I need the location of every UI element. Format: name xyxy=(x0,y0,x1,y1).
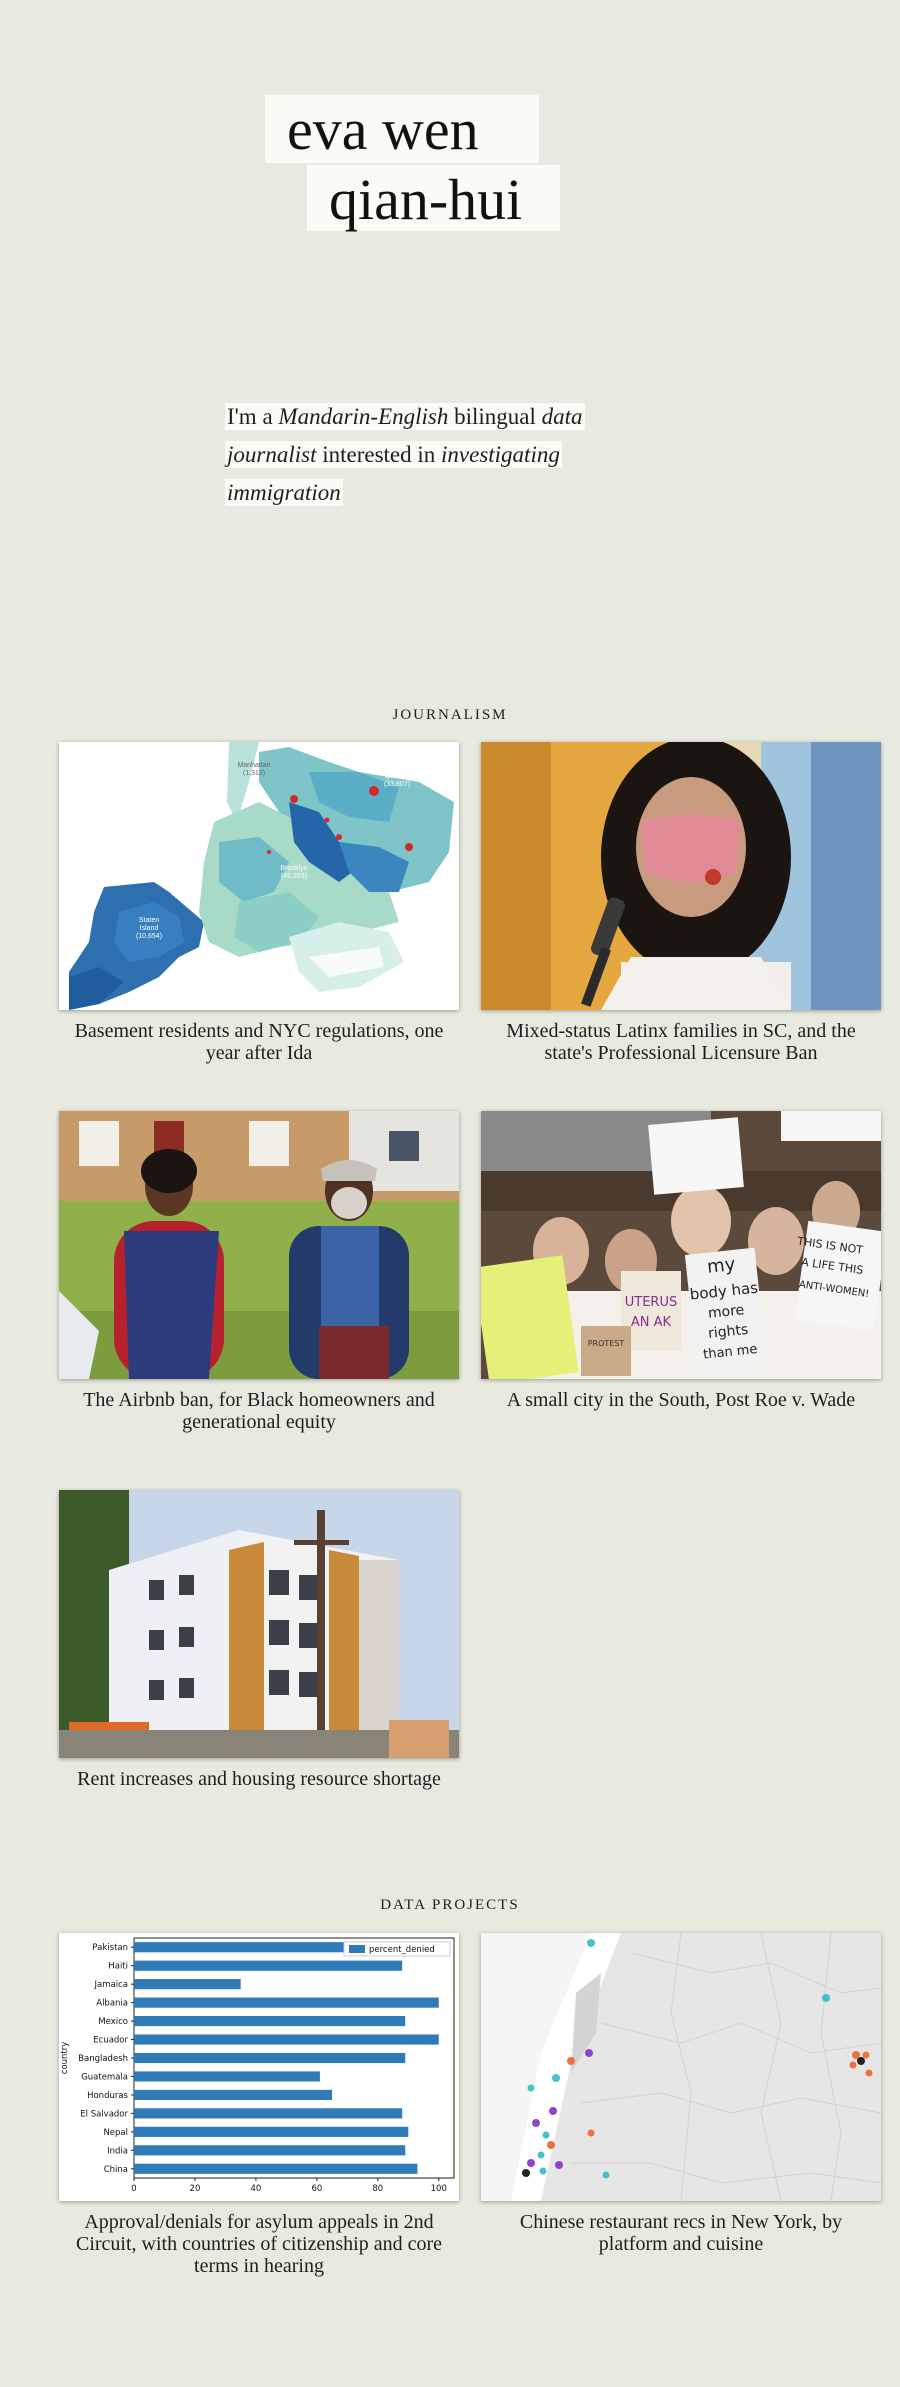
journalism-card-roe[interactable]: THIS IS NOT A LIFE THIS ANTI-WOMEN! my b… xyxy=(481,1111,881,1411)
y-tick-label: Haiti xyxy=(108,1962,128,1972)
journalism-card-rent[interactable]: Rent increases and housing resource shor… xyxy=(59,1490,459,1790)
bar xyxy=(134,2145,406,2156)
y-tick-label: Honduras xyxy=(87,2091,128,2101)
bio-text: bilingual xyxy=(448,404,542,429)
y-tick-label: Pakistan xyxy=(92,1943,128,1953)
x-tick-label: 80 xyxy=(372,2184,383,2194)
data-card-restaurants[interactable]: Chinese restaurant recs in New York, by … xyxy=(481,1933,881,2255)
sign-text: my xyxy=(706,1254,737,1278)
y-tick-label: Mexico xyxy=(98,2017,128,2027)
bio-emphasis: Mandarin-English xyxy=(278,404,449,429)
y-tick-label: Albania xyxy=(96,1999,128,2009)
bio-text: I'm a xyxy=(227,404,279,429)
bar xyxy=(134,2052,406,2064)
map-label: Brooklyn xyxy=(280,865,307,872)
name-line-1: eva wen xyxy=(265,95,539,163)
asylum-chart-image[interactable]: Pakistan Haiti Jamaica Albania Mexico Ecuador… xyxy=(59,1933,459,2201)
map-label: (33,807) xyxy=(384,781,410,788)
journalism-heading: JOURNALISM xyxy=(392,707,508,723)
map-label: Staten xyxy=(139,917,159,924)
legend-swatch xyxy=(349,1945,365,1953)
bar xyxy=(134,1942,348,1953)
map-label: (10,654) xyxy=(136,933,162,940)
bar xyxy=(134,2126,409,2137)
sign-text: UTERUS xyxy=(625,1295,677,1310)
journalism-card-basement[interactable]: Manhattan (1,313) Queens (33,807) Brookl… xyxy=(59,742,459,1064)
bar xyxy=(134,2071,320,2082)
bar xyxy=(134,1979,241,1990)
map-label: (1,313) xyxy=(243,770,265,777)
airbnb-photo[interactable] xyxy=(59,1111,459,1379)
basement-map-image[interactable]: Manhattan (1,313) Queens (33,807) Brookl… xyxy=(59,742,459,1010)
x-tick-label: 0 xyxy=(131,2184,136,2194)
y-tick-label: Bangladesh xyxy=(78,2054,128,2064)
bio-text: interested in xyxy=(316,442,442,467)
y-tick-label: China xyxy=(104,2165,128,2175)
bar xyxy=(134,2034,439,2045)
map-label: Queens xyxy=(385,773,410,780)
map-label: Island xyxy=(140,925,159,932)
bio: I'm a Mandarin-English bilingual data jo… xyxy=(225,398,625,512)
y-tick-label: Jamaica xyxy=(94,1980,128,1990)
bar xyxy=(134,1997,439,2008)
card-caption[interactable]: Chinese restaurant recs in New York, by … xyxy=(481,2211,881,2255)
card-caption[interactable]: A small city in the South, Post Roe v. W… xyxy=(481,1389,881,1411)
bar xyxy=(134,2089,333,2100)
map-label: Manhattan xyxy=(237,762,270,769)
card-caption[interactable]: The Airbnb ban, for Black homeowners and… xyxy=(59,1389,459,1433)
y-tick-label: Nepal xyxy=(103,2128,128,2138)
card-caption[interactable]: Mixed-status Latinx families in SC, and … xyxy=(481,1020,881,1064)
bar xyxy=(134,2163,418,2174)
x-tick-label: 60 xyxy=(311,2184,322,2194)
asylum-bar-chart: Pakistan Haiti Jamaica Albania Mexico Ecuador… xyxy=(59,1933,459,2201)
x-tick-label: 20 xyxy=(190,2184,201,2194)
sign-text: PROTEST xyxy=(588,1339,625,1348)
rent-photo[interactable] xyxy=(59,1490,459,1758)
y-tick-label: El Salvador xyxy=(80,2109,128,2119)
map-label: (45,263) xyxy=(281,873,307,880)
bar xyxy=(134,2108,403,2119)
journalism-card-latinx[interactable]: Mixed-status Latinx families in SC, and … xyxy=(481,742,881,1064)
x-tick-label: 40 xyxy=(250,2184,261,2194)
card-caption[interactable]: Rent increases and housing resource shor… xyxy=(59,1768,459,1790)
restaurant-map-image[interactable] xyxy=(481,1933,881,2201)
bar xyxy=(134,1960,403,1971)
bar xyxy=(134,2016,406,2027)
card-caption[interactable]: Basement residents and NYC regulations, … xyxy=(59,1020,459,1064)
latinx-photo[interactable] xyxy=(481,742,881,1010)
y-tick-label: India xyxy=(107,2146,128,2156)
journalism-card-airbnb[interactable]: The Airbnb ban, for Black homeowners and… xyxy=(59,1111,459,1433)
data-projects-heading: DATA PROJECTS xyxy=(380,1897,520,1913)
name-line-2: qian-hui xyxy=(307,165,560,231)
y-axis-label: country xyxy=(60,2042,70,2075)
y-tick-label: Guatemala xyxy=(81,2072,128,2082)
data-card-asylum[interactable]: Pakistan Haiti Jamaica Albania Mexico Ecuador… xyxy=(59,1933,459,2277)
card-caption[interactable]: Approval/denials for asylum appeals in 2… xyxy=(59,2211,459,2277)
y-tick-label: Ecuador xyxy=(93,2036,128,2046)
legend-label: percent_denied xyxy=(369,1945,435,1955)
x-tick-label: 100 xyxy=(431,2184,447,2194)
sign-text: AN AK xyxy=(631,1315,672,1330)
protest-photo[interactable]: THIS IS NOT A LIFE THIS ANTI-WOMEN! my b… xyxy=(481,1111,881,1379)
